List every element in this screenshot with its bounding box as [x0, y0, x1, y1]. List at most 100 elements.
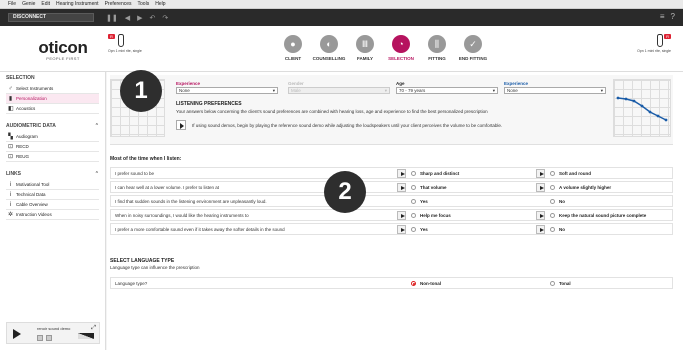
option-radio[interactable]	[411, 199, 416, 204]
device-badge: R	[108, 34, 115, 39]
option-radio[interactable]	[550, 227, 555, 232]
chevron-down-icon: ▾	[272, 88, 275, 93]
listening-preferences-note: If using sound demos, begin by playing t…	[192, 123, 503, 128]
experience-right-field: Experience None ▾	[504, 81, 606, 94]
menu-genie[interactable]: Genie	[22, 1, 35, 7]
help-icon[interactable]: ?	[671, 12, 675, 21]
undo-icon[interactable]: ↶	[150, 14, 156, 22]
play-demo-icon[interactable]	[13, 329, 21, 339]
sidebar-section-selection[interactable]: SELECTION	[0, 72, 105, 84]
question-row: I find that sudden sounds in the listeni…	[110, 195, 673, 207]
reference-demo-play-button[interactable]	[176, 120, 186, 130]
option-radio[interactable]	[550, 171, 555, 176]
device-badge: R	[664, 34, 671, 39]
menu-hearing-instrument[interactable]: Hearing Instrument	[56, 1, 99, 7]
sidebar-item-motivational-tool[interactable]: i Motivational Tool	[6, 180, 99, 190]
step-end-fitting[interactable]: ✓ END FITTING	[456, 35, 490, 61]
redo-icon[interactable]: ↷	[162, 14, 168, 22]
step-fitting[interactable]: ⫼ FITTING	[420, 35, 454, 61]
sidebar-item-acoustics[interactable]: ◧ Acoustics	[6, 104, 99, 114]
play-icon[interactable]	[536, 169, 545, 178]
option-label: Non-tonal	[420, 281, 441, 286]
step-family[interactable]: Ⅲ FAMILY	[348, 35, 382, 61]
option-label: That volume	[420, 185, 447, 190]
disconnect-button[interactable]: DISCONNECT	[8, 13, 94, 22]
play-icon[interactable]	[536, 225, 545, 234]
volume-icon[interactable]: ◀	[125, 14, 130, 22]
end-fitting-icon: ✓	[464, 35, 482, 53]
demo-stop-button[interactable]	[37, 335, 43, 341]
question-row: I prefer sound to be Sharp and distinct …	[110, 167, 673, 179]
option-label: Keep the natural sound picture complete	[559, 213, 647, 218]
menu-edit[interactable]: Edit	[41, 1, 50, 7]
option-label: Soft and round	[559, 171, 591, 176]
speaker-icon[interactable]: ▶	[137, 14, 142, 22]
age-select[interactable]: 70 - 79 years ▾	[396, 87, 498, 94]
menu-bar: File Genie Edit Hearing Instrument Prefe…	[0, 0, 683, 9]
demo-volume-slider[interactable]	[78, 333, 94, 339]
experience-left-select[interactable]: None ▾	[176, 87, 278, 94]
reug-icon: ⊡	[8, 153, 14, 160]
play-icon[interactable]	[536, 183, 545, 192]
option-radio[interactable]	[411, 171, 416, 176]
step-client[interactable]: ● CLIENT	[276, 35, 310, 61]
info-icon: i	[9, 201, 12, 208]
play-icon[interactable]	[397, 169, 406, 178]
sidebar-item-reug[interactable]: ⊡ REUG	[6, 152, 99, 162]
field-label: Experience	[504, 81, 529, 86]
callout-2: 2	[324, 171, 366, 213]
menu-help[interactable]: Help	[155, 1, 165, 7]
pause-icon[interactable]: ❚❚	[106, 14, 118, 22]
sidebar-item-personalization[interactable]: ▮ Personalization	[6, 94, 99, 104]
questions-title: Most of the time when I listen:	[110, 156, 182, 162]
question-row: I prefer a more comfortable sound even i…	[110, 223, 673, 235]
chevron-up-icon[interactable]: ⌃	[95, 123, 99, 129]
option-radio[interactable]	[550, 185, 555, 190]
menu-preferences[interactable]: Preferences	[105, 1, 132, 7]
sidebar-item-recd[interactable]: ⊡ RECD	[6, 142, 99, 152]
experience-right-select[interactable]: None ▾	[504, 87, 606, 94]
sidebar-item-select-instruments[interactable]: ♂ Select Instruments	[6, 84, 99, 94]
sidebar-item-audiogram[interactable]: ▚ Audiogram	[6, 132, 99, 142]
sidebar-item-label: Audiogram	[16, 134, 38, 139]
play-icon[interactable]	[397, 183, 406, 192]
left-device[interactable]: R Opn 1 mini rite, single	[108, 34, 168, 53]
step-label: END FITTING	[458, 56, 488, 61]
option-label: No	[559, 227, 565, 232]
menu-tools[interactable]: Tools	[138, 1, 150, 7]
sound-demo-panel: renoir sound demo ⤢	[6, 322, 100, 344]
option-radio[interactable]	[550, 199, 555, 204]
right-device[interactable]: R Opn 1 mini rite, single	[611, 34, 671, 53]
step-counselling[interactable]: ◐ COUNSELLING	[312, 35, 346, 61]
play-icon[interactable]	[397, 225, 406, 234]
chevron-up-icon[interactable]: ⌃	[95, 171, 99, 177]
option-label: Yes	[420, 199, 428, 204]
gender-field: Gender Male ▾	[288, 81, 390, 94]
age-field: Age 70 - 79 years ▾	[396, 81, 498, 94]
sidebar-section-links[interactable]: LINKS ⌃	[0, 168, 105, 180]
play-icon[interactable]	[536, 211, 545, 220]
sidebar-item-cable-overview[interactable]: i Cable Overview	[6, 200, 99, 210]
sidebar-item-instruction-videos[interactable]: ✲ Instruction Videos	[6, 210, 99, 220]
option-radio[interactable]	[411, 185, 416, 190]
menu-file[interactable]: File	[8, 1, 16, 7]
option-radio[interactable]	[411, 227, 416, 232]
demo-settings-button[interactable]	[46, 335, 52, 341]
non-tonal-radio[interactable]	[411, 281, 416, 286]
oticon-logo: oticon PEOPLE FIRST	[33, 38, 93, 61]
option-radio[interactable]	[550, 213, 555, 218]
menu-icon[interactable]: ≡	[660, 12, 665, 21]
sidebar-item-technical-data[interactable]: i Technical Data	[6, 190, 99, 200]
select-value: Male	[291, 88, 301, 93]
question-text: I prefer a more comfortable sound even i…	[115, 227, 285, 232]
expand-icon[interactable]: ⤢	[91, 325, 96, 332]
option-label: Yes	[420, 227, 428, 232]
tonal-radio[interactable]	[550, 281, 555, 286]
play-icon[interactable]	[397, 211, 406, 220]
counselling-icon: ◐	[320, 35, 338, 53]
option-radio[interactable]	[411, 213, 416, 218]
left-device-label: Opn 1 mini rite, single	[108, 49, 142, 53]
sidebar-section-audiometric[interactable]: AUDIOMETRIC DATA ⌃	[0, 120, 105, 132]
family-icon: Ⅲ	[356, 35, 374, 53]
step-selection[interactable]: ◔ SELECTION	[384, 35, 418, 61]
